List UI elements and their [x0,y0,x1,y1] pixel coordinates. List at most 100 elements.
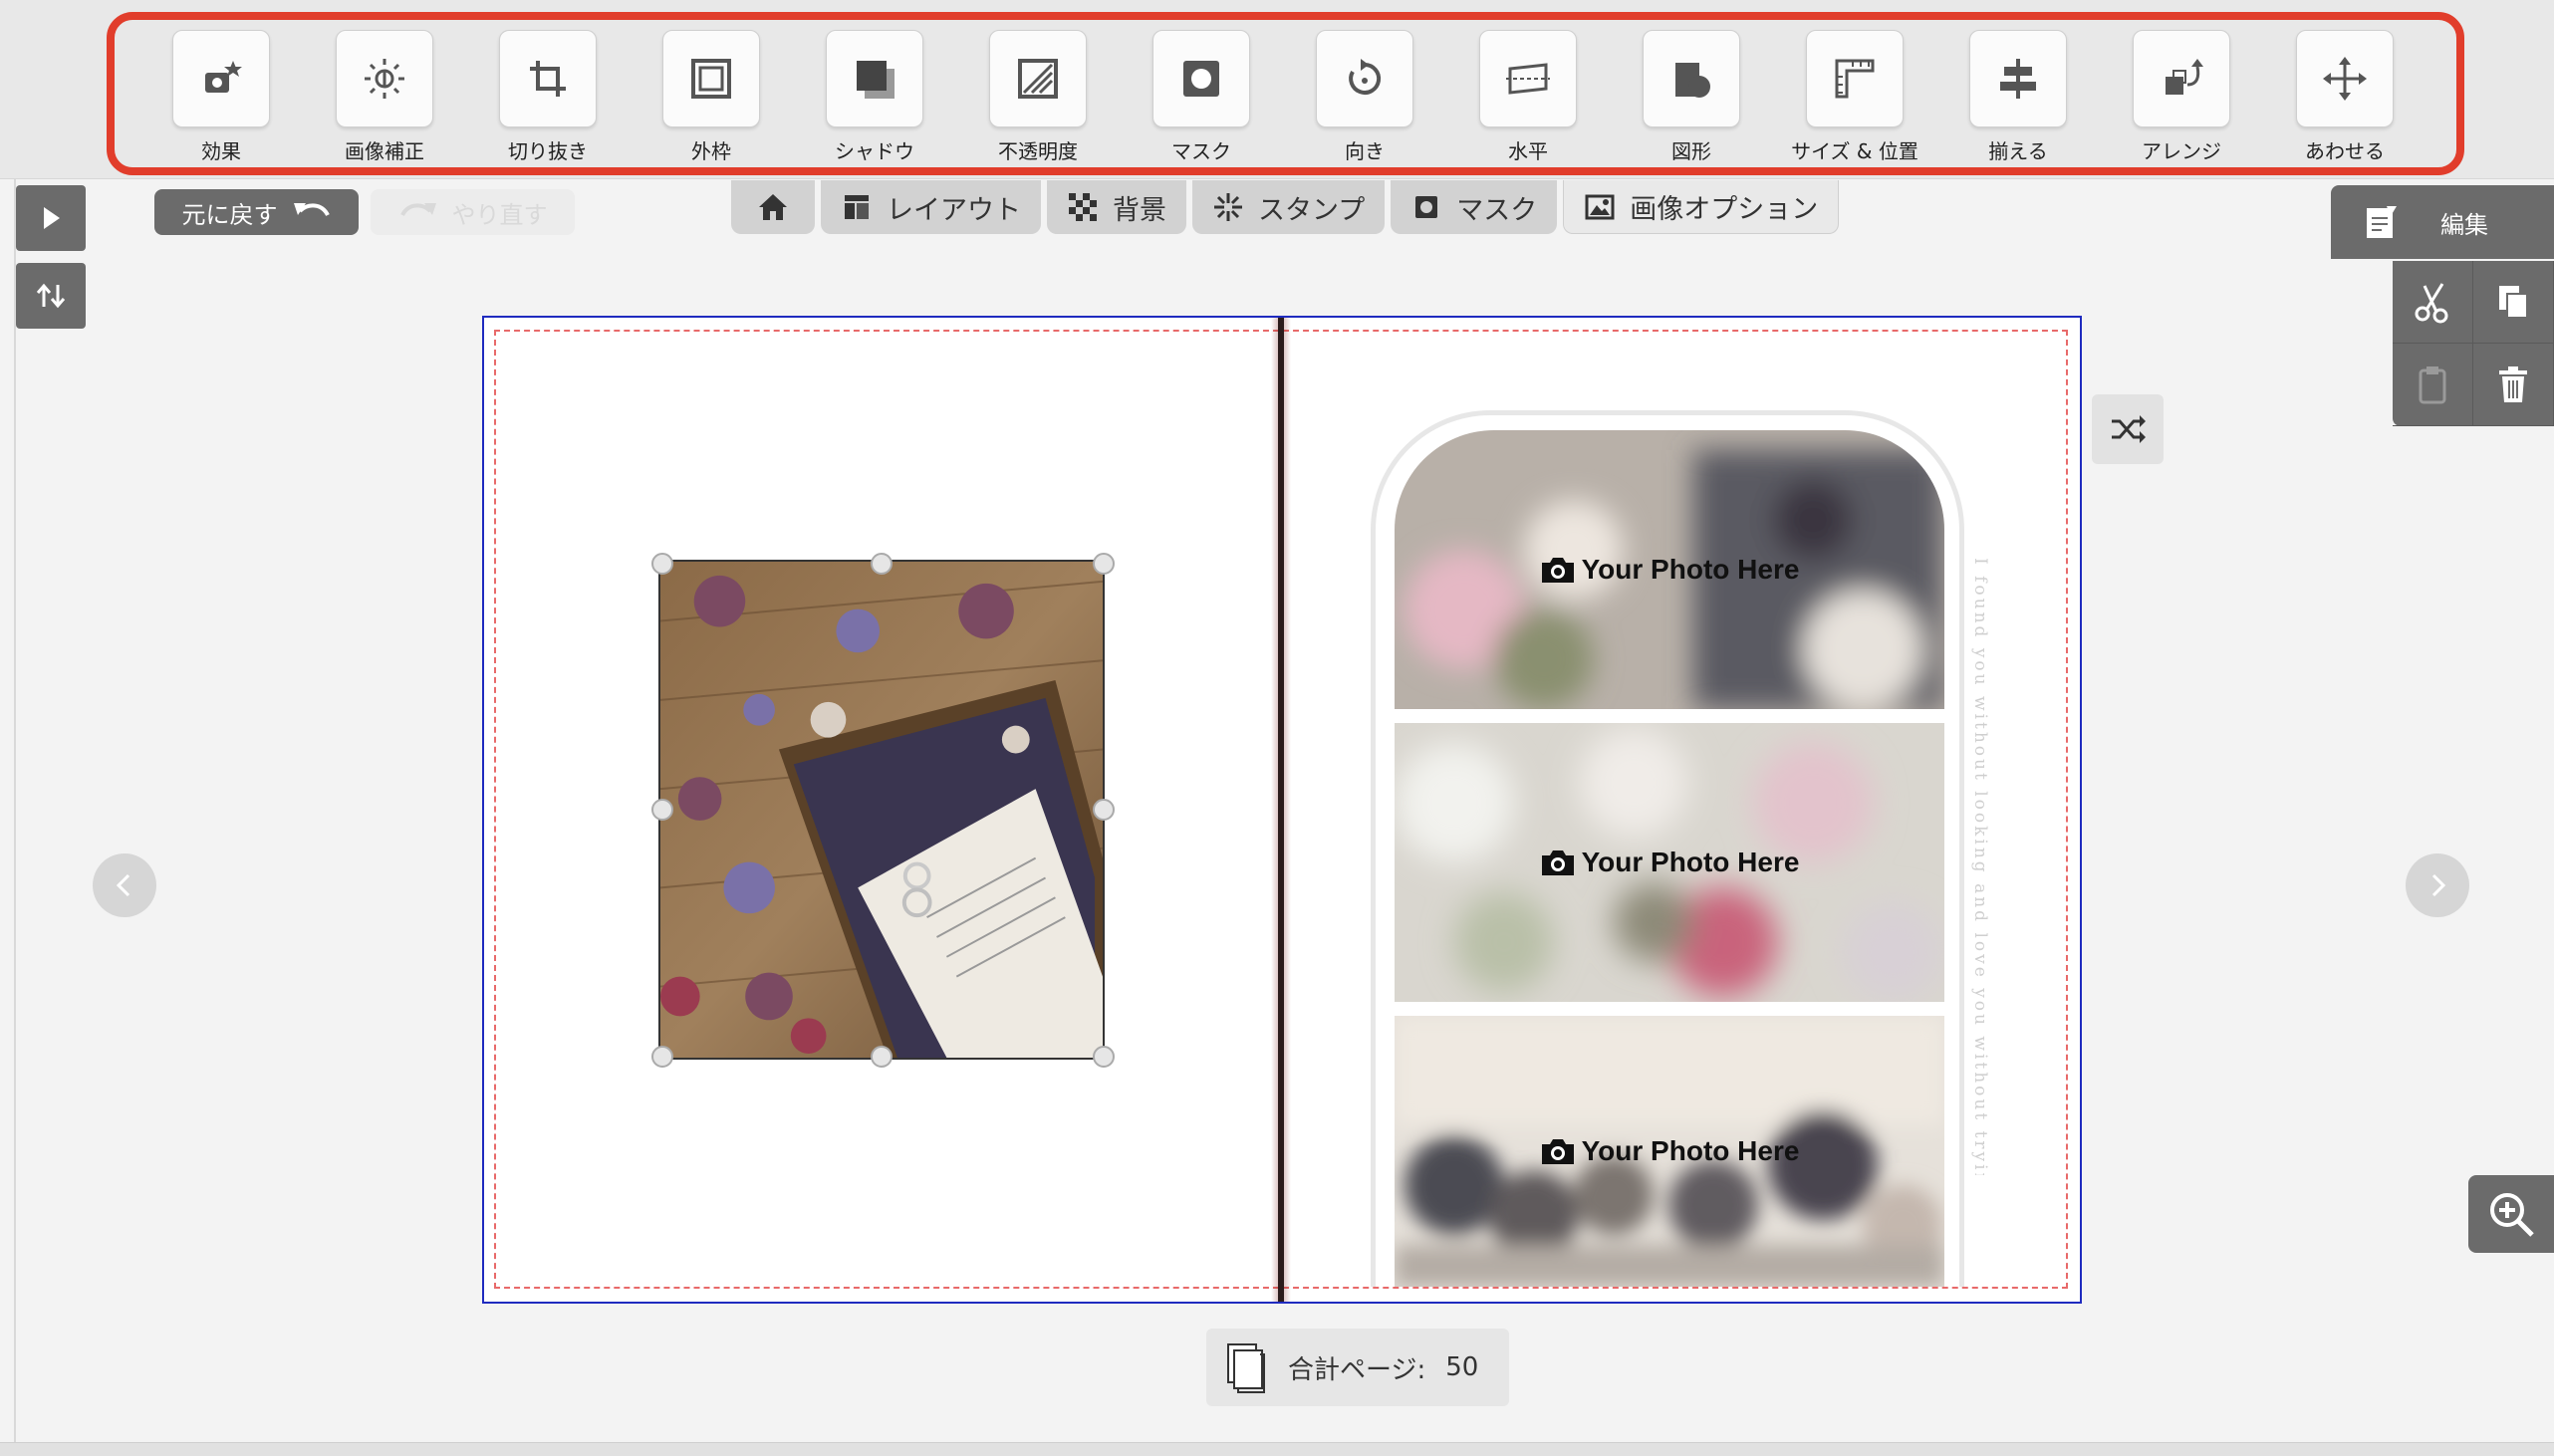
previous-page-button[interactable] [93,853,156,917]
placeholder-label: Your Photo Here [1395,554,1944,586]
spine-line [1278,318,1284,1302]
expand-panel-button[interactable] [16,185,86,251]
app-side-strip [0,0,16,1456]
layout-icon [845,195,869,219]
photo-placeholder[interactable]: Your Photo Here [1395,723,1944,1002]
crop-button[interactable] [499,30,597,127]
edit-icon [2367,206,2397,238]
tool-level[interactable]: 水平 [1479,30,1577,164]
image-icon [1585,194,1615,219]
tool-shadow[interactable]: シャドウ [826,30,923,164]
undo-button[interactable]: 元に戻す [154,189,359,235]
placeholder-text: Your Photo Here [1581,1135,1800,1166]
selected-photo[interactable] [658,560,1105,1060]
zoom-in-icon [2490,1193,2534,1237]
resize-handle-left[interactable] [651,799,673,821]
tab-layout[interactable]: レイアウト [821,180,1041,234]
edit-panel-actions [2393,261,2554,426]
resize-handle-top-right[interactable] [1093,553,1115,575]
tool-shape[interactable]: 図形 [1643,30,1740,164]
tool-frame[interactable]: 外枠 [662,30,760,164]
resize-handle-bottom-left[interactable] [651,1046,673,1068]
resize-handle-top-left[interactable] [651,553,673,575]
scissors-icon [2415,283,2448,324]
tool-arrange[interactable]: アレンジ [2133,30,2230,164]
tool-opacity[interactable]: 不透明度 [989,30,1087,164]
camera-icon [1541,850,1574,875]
rotate-button[interactable] [1316,30,1413,127]
resize-handle-top[interactable] [871,553,893,575]
copy-button[interactable] [2473,261,2554,344]
shadow-icon [857,61,894,99]
tool-label: 向き [1345,139,1385,163]
copy-icon [2499,286,2528,319]
shadow-button[interactable] [826,30,923,127]
image-toolbar: 効果 画像補正 切り抜き 外枠 シャドウ 不透明度 マスク 向き 水平 図形 サ… [0,0,2554,179]
next-page-button[interactable] [2406,853,2469,917]
align-button[interactable] [1969,30,2067,127]
shape-button[interactable] [1643,30,1740,127]
chevron-left-icon [116,873,130,897]
tab-background[interactable]: 背景 [1047,180,1186,234]
arrange-icon [2166,59,2203,95]
mask-button[interactable] [1152,30,1250,127]
page-count-label: 合計ページ: [1288,1354,1426,1385]
resize-handle-right[interactable] [1093,799,1115,821]
paste-button[interactable] [2393,344,2473,426]
level-button[interactable] [1479,30,1577,127]
photo-placeholder[interactable]: Your Photo Here [1395,430,1944,709]
delete-button[interactable] [2473,344,2554,426]
tab-label: マスク [1456,194,1538,226]
image-correction-button[interactable] [336,30,433,127]
size-position-icon [1835,59,1875,99]
placeholder-text: Your Photo Here [1581,847,1800,877]
fit-button[interactable] [2296,30,2394,127]
shape-icon [1675,63,1710,98]
tab-image-options[interactable]: 画像オプション [1563,180,1840,234]
tab-home[interactable] [731,180,815,234]
tool-label: マスク [1171,139,1231,163]
tool-size-position[interactable]: サイズ & 位置 [1791,30,1918,164]
tab-label: 背景 [1113,194,1166,226]
camera-icon [1541,1139,1574,1164]
mask-icon [1415,196,1438,218]
opacity-icon [1018,59,1058,99]
effect-button[interactable] [172,30,270,127]
rotate-icon [1349,59,1382,95]
resize-handle-bottom[interactable] [871,1046,893,1068]
opacity-button[interactable] [989,30,1087,127]
tool-effect[interactable]: 効果 [172,30,270,164]
effect-icon [205,61,242,93]
photo-placeholder[interactable]: Your Photo Here [1395,1016,1944,1287]
tool-align[interactable]: 揃える [1969,30,2067,164]
tool-label: 揃える [1988,139,2048,163]
resize-handle-bottom-right[interactable] [1093,1046,1115,1068]
shuffle-button[interactable] [2092,394,2164,464]
tool-crop[interactable]: 切り抜き [499,30,597,164]
tab-stamp[interactable]: スタンプ [1192,180,1386,234]
tool-fit[interactable]: あわせる [2296,30,2394,164]
swap-pages-button[interactable] [16,263,86,329]
redo-button[interactable]: やり直す [371,189,575,235]
cut-button[interactable] [2393,261,2473,344]
tool-label: 外枠 [691,139,731,163]
clipboard-icon [2419,366,2446,404]
tool-label: あわせる [2305,139,2385,163]
level-icon [1506,63,1550,95]
tool-rotate[interactable]: 向き [1316,30,1413,164]
tab-mask[interactable]: マスク [1391,180,1558,234]
tool-label: 切り抜き [508,139,588,163]
zoom-in-button[interactable] [2468,1175,2554,1253]
undo-icon [293,203,330,217]
tool-label: シャドウ [835,139,914,163]
camera-icon [1541,558,1574,583]
frame-button[interactable] [662,30,760,127]
bottom-strip [0,1442,2554,1456]
edit-panel-header[interactable]: 編集 [2331,185,2554,259]
tool-mask[interactable]: マスク [1152,30,1250,164]
arrange-button[interactable] [2133,30,2230,127]
size-position-button[interactable] [1806,30,1904,127]
tool-label: 図形 [1671,139,1711,163]
checker-icon [1069,193,1097,221]
tool-image-correction[interactable]: 画像補正 [336,30,433,164]
